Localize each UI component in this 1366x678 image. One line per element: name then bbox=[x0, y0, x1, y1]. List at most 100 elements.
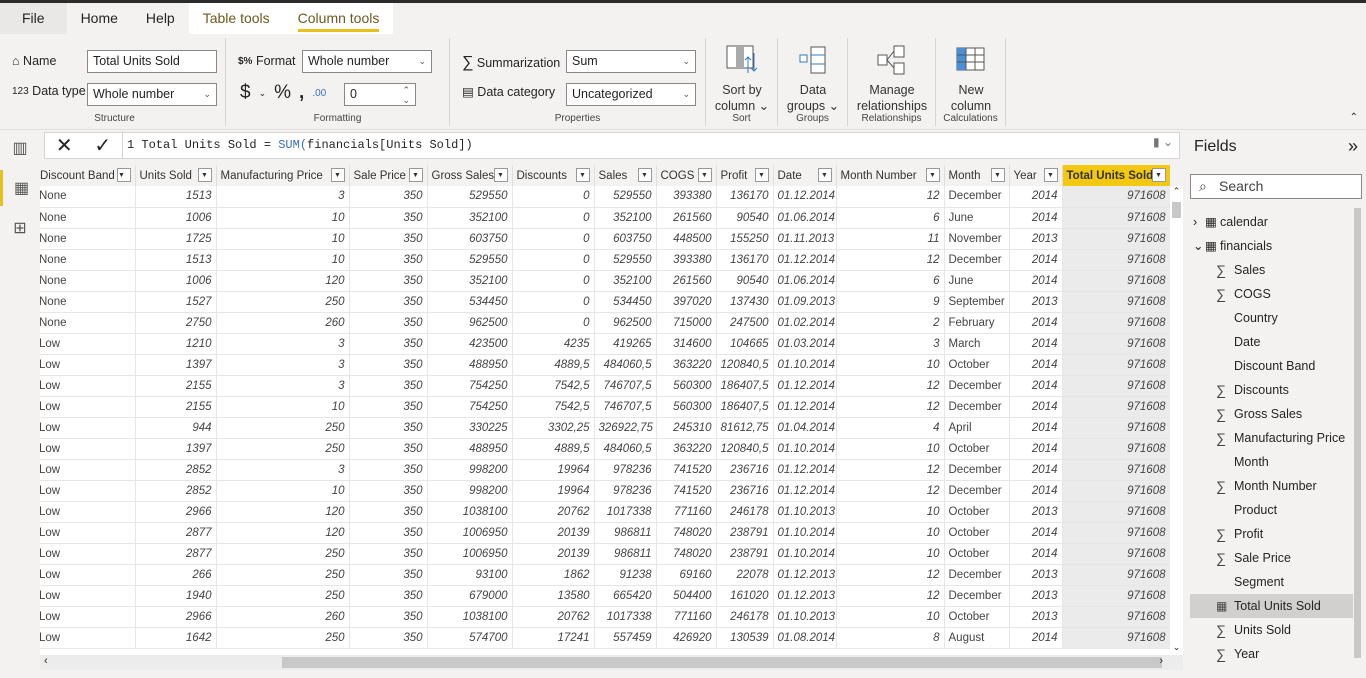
table-cell[interactable]: 529550 bbox=[427, 186, 513, 208]
table-cell[interactable]: December bbox=[944, 459, 1010, 481]
table-cell[interactable]: 3 bbox=[836, 333, 945, 355]
table-cell[interactable]: 350 bbox=[349, 480, 428, 502]
table-cell[interactable]: 2014 bbox=[1009, 375, 1063, 397]
filter-dropdown-icon[interactable]: ▼ bbox=[1043, 168, 1058, 182]
table-cell[interactable]: None bbox=[40, 186, 136, 208]
table-cell[interactable]: 350 bbox=[349, 417, 428, 439]
table-cell[interactable]: 7542,5 bbox=[512, 396, 595, 418]
table-cell[interactable]: 352100 bbox=[427, 270, 513, 292]
table-cell[interactable]: 2014 bbox=[1009, 354, 1063, 376]
horizontal-scrollbar[interactable]: ‹ › bbox=[40, 655, 1183, 670]
collapse-ribbon-icon[interactable]: ⌃ bbox=[1350, 112, 1358, 123]
table-cell[interactable]: 11 bbox=[836, 228, 945, 250]
table-cell[interactable]: Low bbox=[40, 627, 136, 649]
table-cell[interactable]: 971608 bbox=[1062, 459, 1170, 481]
column-header[interactable]: Profit ▼ bbox=[716, 165, 774, 186]
table-cell[interactable]: 741520 bbox=[656, 459, 717, 481]
table-cell[interactable]: 330225 bbox=[427, 417, 513, 439]
table-cell[interactable]: 2014 bbox=[1009, 480, 1063, 502]
data-groups-button[interactable]: Data groups ⌄ bbox=[778, 42, 848, 114]
table-cell[interactable]: 350 bbox=[349, 459, 428, 481]
table-cell[interactable]: 2750 bbox=[135, 312, 217, 334]
table-cell[interactable]: 1006950 bbox=[427, 522, 513, 544]
table-cell[interactable]: Low bbox=[40, 522, 136, 544]
table-cell[interactable]: 01.10.2014 bbox=[773, 522, 837, 544]
table-cell[interactable]: 2155 bbox=[135, 375, 217, 397]
table-cell[interactable]: 1725 bbox=[135, 228, 217, 250]
table-cell[interactable]: 10 bbox=[836, 522, 945, 544]
table-cell[interactable]: 20762 bbox=[512, 606, 595, 628]
field-item[interactable]: ∑ Sale Price bbox=[1190, 546, 1353, 570]
table-cell[interactable]: 2013 bbox=[1009, 501, 1063, 523]
table-cell[interactable]: 748020 bbox=[656, 543, 717, 565]
table-cell[interactable]: Low bbox=[40, 564, 136, 586]
table-cell[interactable]: 4889,5 bbox=[512, 438, 595, 460]
table-cell[interactable]: Low bbox=[40, 333, 136, 355]
table-cell[interactable]: 2014 bbox=[1009, 186, 1063, 208]
table-cell[interactable]: 2014 bbox=[1009, 312, 1063, 334]
table-cell[interactable]: 986811 bbox=[594, 543, 657, 565]
table-cell[interactable]: 350 bbox=[349, 585, 428, 607]
table-cell[interactable]: November bbox=[944, 228, 1010, 250]
table-cell[interactable]: 12 bbox=[836, 375, 945, 397]
table-cell[interactable]: 1017338 bbox=[594, 501, 657, 523]
table-cell[interactable]: 0 bbox=[512, 249, 595, 271]
table-cell[interactable]: 448500 bbox=[656, 228, 717, 250]
table-cell[interactable]: 754250 bbox=[427, 396, 513, 418]
table-cell[interactable]: 529550 bbox=[427, 249, 513, 271]
table-cell[interactable]: 2013 bbox=[1009, 228, 1063, 250]
table-cell[interactable]: 352100 bbox=[594, 207, 657, 229]
table-cell[interactable]: 0 bbox=[512, 186, 595, 208]
table-cell[interactable]: 397020 bbox=[656, 291, 717, 313]
table-cell[interactable]: 12 bbox=[836, 249, 945, 271]
table-cell[interactable]: 488950 bbox=[427, 438, 513, 460]
chevron-down-icon[interactable]: ⌄ bbox=[1193, 234, 1203, 258]
table-cell[interactable]: 1397 bbox=[135, 438, 217, 460]
table-cell[interactable]: 971608 bbox=[1062, 564, 1170, 586]
table-cell[interactable]: 120 bbox=[216, 501, 350, 523]
filter-dropdown-icon[interactable]: ▼ bbox=[925, 168, 940, 182]
table-cell[interactable]: 1940 bbox=[135, 585, 217, 607]
table-cell[interactable]: Low bbox=[40, 543, 136, 565]
table-cell[interactable]: 260 bbox=[216, 606, 350, 628]
table-cell[interactable]: 01.10.2013 bbox=[773, 606, 837, 628]
table-cell[interactable]: 350 bbox=[349, 333, 428, 355]
field-table-financials[interactable]: ⌄ ▦ financials bbox=[1190, 234, 1353, 258]
table-cell[interactable]: 2852 bbox=[135, 459, 217, 481]
table-cell[interactable]: 01.03.2014 bbox=[773, 333, 837, 355]
table-cell[interactable]: 350 bbox=[349, 270, 428, 292]
table-cell[interactable]: 260 bbox=[216, 312, 350, 334]
table-cell[interactable]: 250 bbox=[216, 417, 350, 439]
table-cell[interactable]: 2877 bbox=[135, 522, 217, 544]
table-cell[interactable]: 01.11.2013 bbox=[773, 228, 837, 250]
table-cell[interactable]: October bbox=[944, 438, 1010, 460]
table-cell[interactable]: 350 bbox=[349, 501, 428, 523]
table-cell[interactable]: 161020 bbox=[716, 585, 774, 607]
tab-help[interactable]: Help bbox=[132, 3, 189, 34]
table-cell[interactable]: 1642 bbox=[135, 627, 217, 649]
table-cell[interactable]: 1017338 bbox=[594, 606, 657, 628]
table-cell[interactable]: 261560 bbox=[656, 207, 717, 229]
cancel-icon[interactable]: ✕ bbox=[56, 133, 73, 158]
table-cell[interactable]: 971608 bbox=[1062, 417, 1170, 439]
table-cell[interactable]: 326922,75 bbox=[594, 417, 657, 439]
table-cell[interactable]: 350 bbox=[349, 249, 428, 271]
table-cell[interactable]: 679000 bbox=[427, 585, 513, 607]
table-cell[interactable]: 998200 bbox=[427, 480, 513, 502]
table-cell[interactable]: 10 bbox=[216, 207, 350, 229]
table-cell[interactable]: Low bbox=[40, 438, 136, 460]
table-cell[interactable]: September bbox=[944, 291, 1010, 313]
table-cell[interactable]: 665420 bbox=[594, 585, 657, 607]
table-cell[interactable]: August bbox=[944, 627, 1010, 649]
table-cell[interactable]: 962500 bbox=[427, 312, 513, 334]
table-cell[interactable]: 19964 bbox=[512, 459, 595, 481]
field-item[interactable]: Month bbox=[1190, 450, 1353, 474]
table-cell[interactable]: None bbox=[40, 291, 136, 313]
table-cell[interactable]: None bbox=[40, 249, 136, 271]
table-cell[interactable]: 245310 bbox=[656, 417, 717, 439]
table-cell[interactable]: 363220 bbox=[656, 354, 717, 376]
table-cell[interactable]: 17241 bbox=[512, 627, 595, 649]
table-cell[interactable]: 746707,5 bbox=[594, 396, 657, 418]
table-cell[interactable]: 01.10.2013 bbox=[773, 501, 837, 523]
table-cell[interactable]: 01.02.2014 bbox=[773, 312, 837, 334]
